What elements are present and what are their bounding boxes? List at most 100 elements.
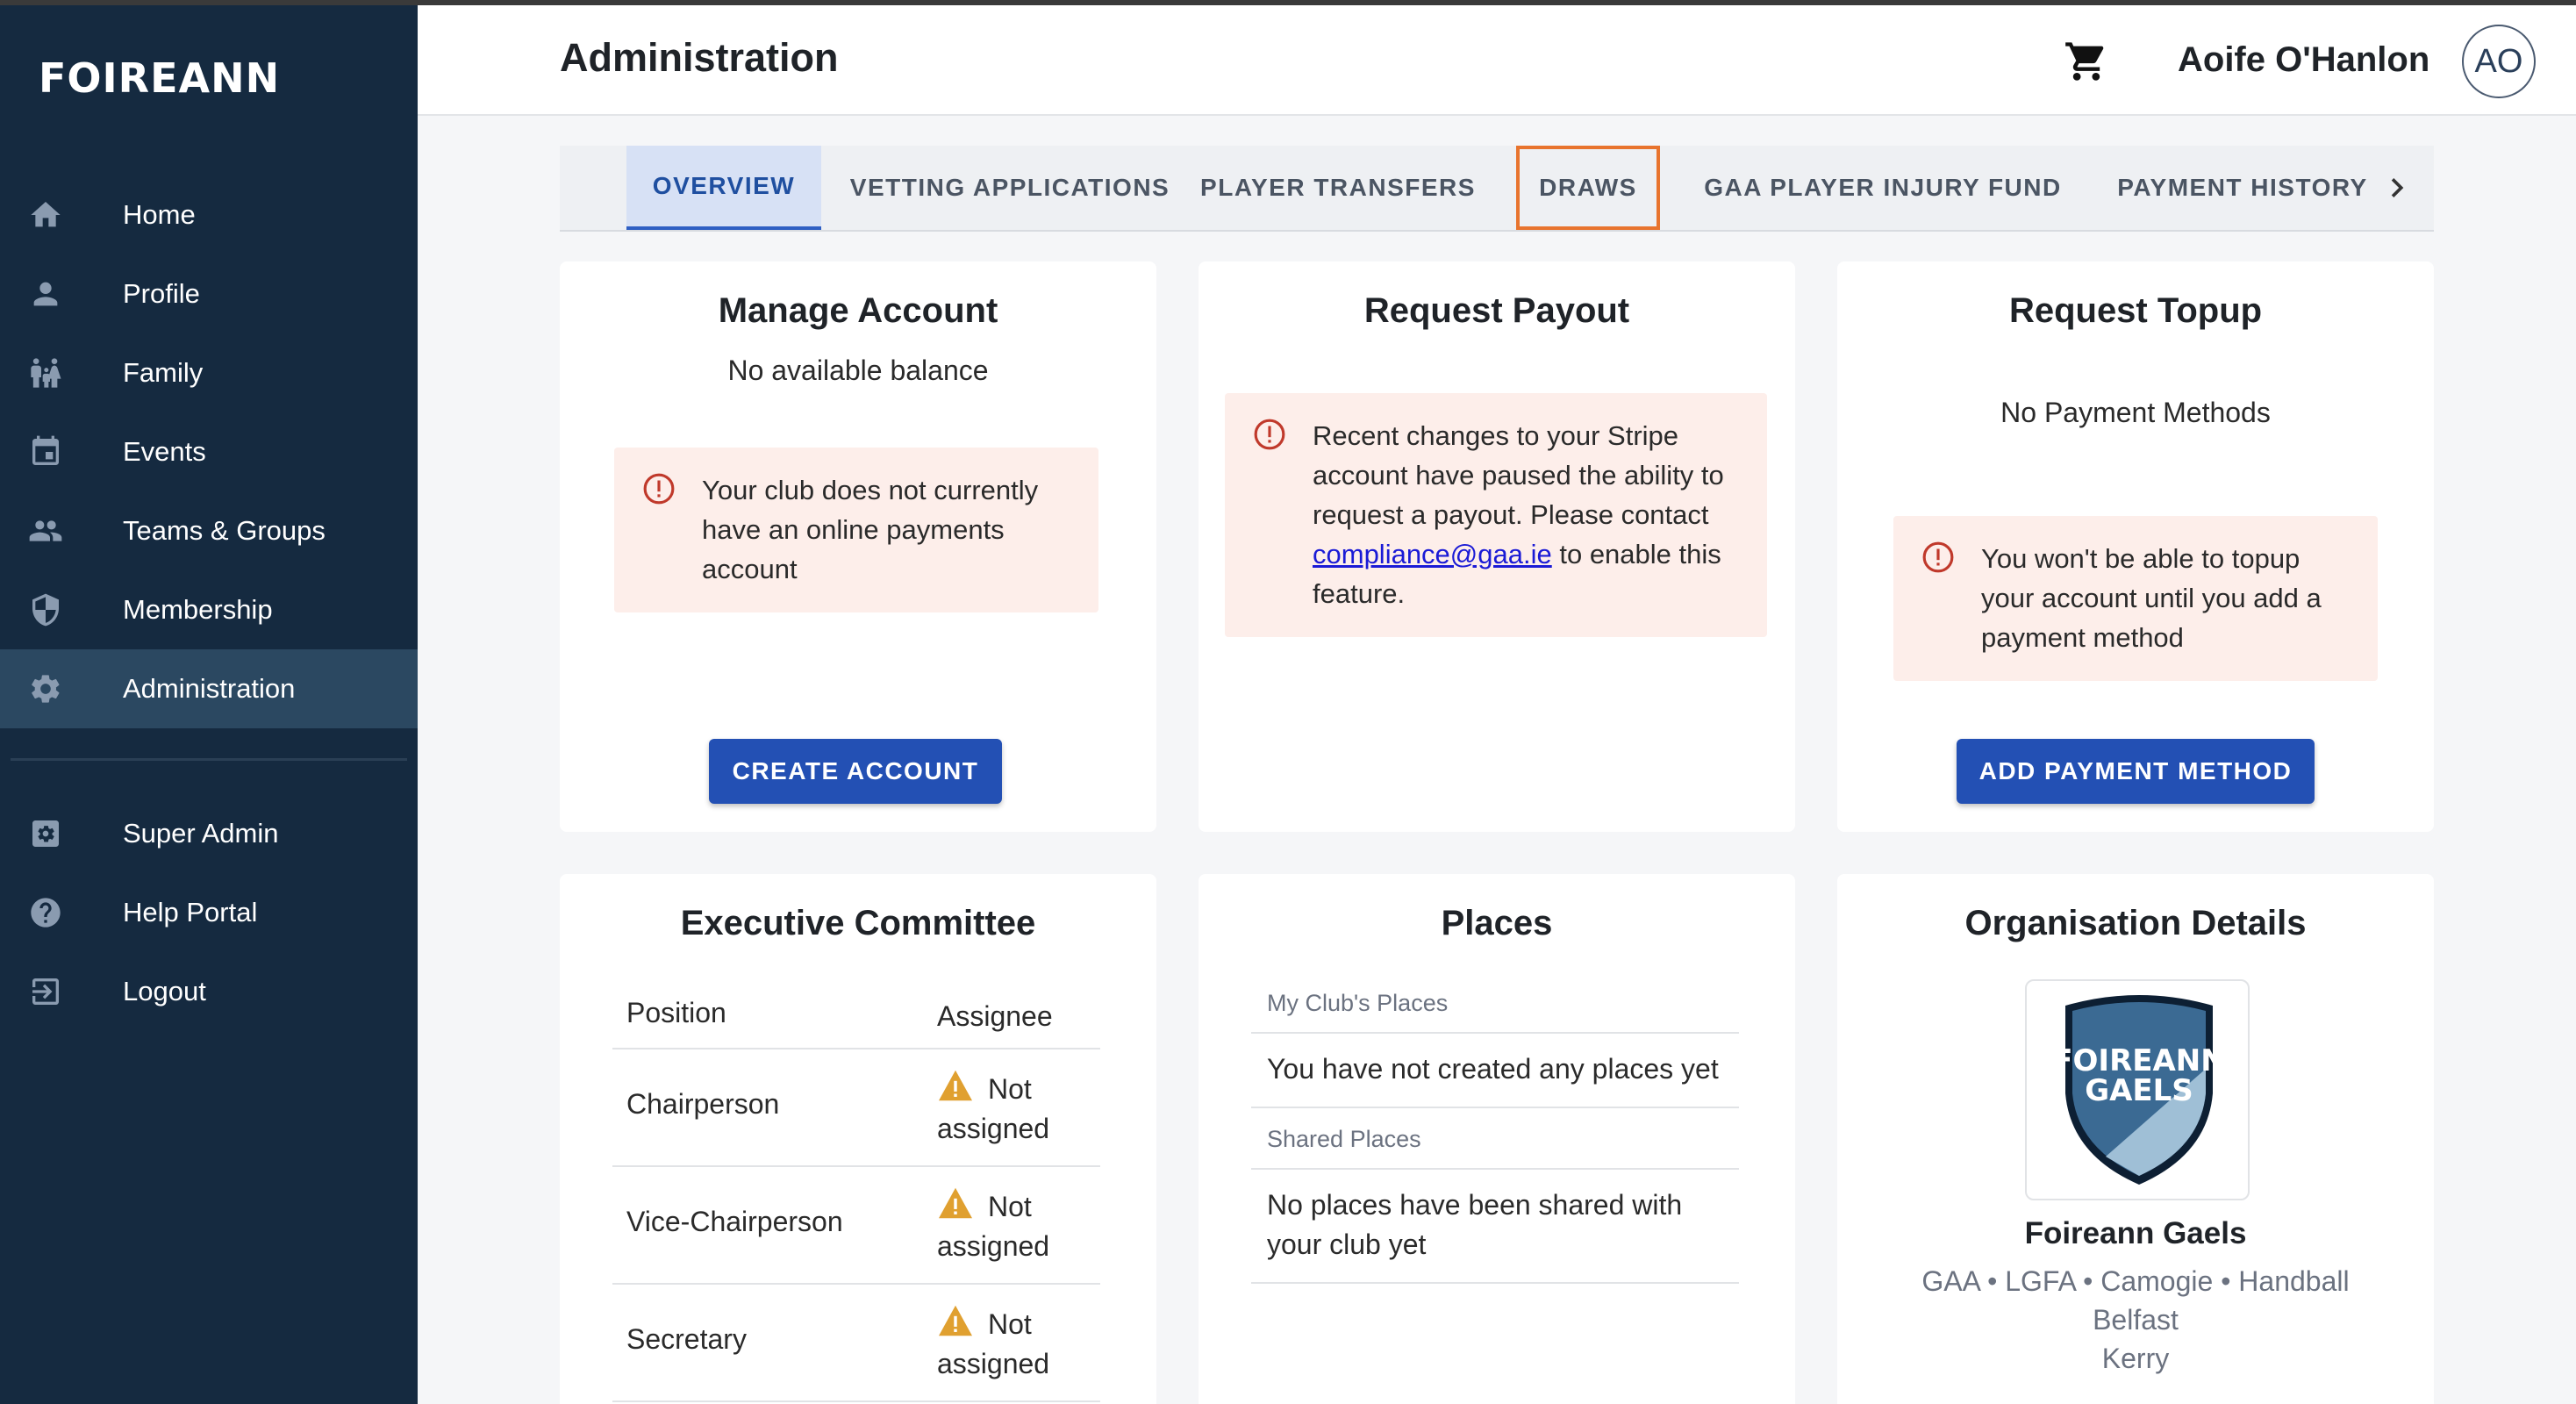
status-text: Not	[988, 1191, 1032, 1222]
sidebar-item-label: Teams & Groups	[123, 515, 326, 546]
assignee-cell: Not assigned	[937, 1186, 1049, 1266]
no-payment-method-alert: You won't be able to topup your account …	[1893, 516, 2378, 681]
request-payout-card: Request Payout Recent changes to your St…	[1199, 261, 1795, 832]
card-title: Request Payout	[1363, 291, 1630, 330]
alert-text: You won't be able to topup your account …	[1981, 543, 2322, 653]
admin-settings-icon	[26, 814, 65, 853]
sidebar-item-family[interactable]: Family	[0, 333, 418, 412]
logout-icon	[26, 972, 65, 1011]
gear-icon	[26, 670, 65, 708]
sidebar-item-administration[interactable]: Administration	[0, 649, 418, 728]
sidebar: FOIREANN Home Profile Family Events Team…	[0, 0, 418, 1404]
family-icon	[26, 354, 65, 392]
shared-places-header: Shared Places	[1251, 1108, 1739, 1170]
status-text: assigned	[937, 1230, 1050, 1262]
sidebar-item-label: Family	[123, 357, 204, 388]
request-topup-card: Request Topup No Payment Methods You won…	[1837, 261, 2434, 832]
payout-paused-alert: Recent changes to your Stripe account ha…	[1225, 393, 1767, 637]
sidebar-item-membership[interactable]: Membership	[0, 570, 418, 649]
club-crest-image: FOIREANN GAELS	[2053, 995, 2225, 1185]
chevron-right-icon[interactable]	[2378, 168, 2416, 207]
logo: FOIREANN	[39, 54, 281, 102]
position-cell: Chairperson	[626, 1088, 780, 1120]
card-title: Places	[1441, 904, 1553, 942]
compliance-email-link[interactable]: compliance@gaa.ie	[1313, 539, 1552, 569]
add-payment-method-button[interactable]: ADD PAYMENT METHOD	[1957, 739, 2315, 804]
status-text: Not	[988, 1073, 1032, 1105]
create-account-button[interactable]: CREATE ACCOUNT	[709, 739, 1002, 804]
page-title: Administration	[560, 35, 839, 80]
status-text: assigned	[937, 1113, 1050, 1144]
executive-committee-card: Executive Committee Position Assignee Ch…	[560, 874, 1156, 1404]
organisation-county: Kerry	[2101, 1343, 2170, 1374]
calendar-icon	[26, 433, 65, 471]
alert-text: Your club does not currently have an onl…	[702, 475, 1039, 584]
admin-tabs: OVERVIEW VETTING APPLICATIONS PLAYER TRA…	[560, 146, 2434, 232]
table-header-row: Position Assignee	[612, 972, 1100, 1049]
shield-icon	[26, 591, 65, 629]
organisation-name: Foireann Gaels	[2024, 1216, 2247, 1250]
balance-text: No available balance	[727, 355, 989, 386]
table-row[interactable]: Vice-Chairperson Not assigned	[612, 1167, 1100, 1285]
table-row[interactable]: Secretary Not assigned	[612, 1285, 1100, 1402]
position-cell: Vice-Chairperson	[626, 1206, 843, 1237]
sidebar-item-super-admin[interactable]: Super Admin	[0, 794, 418, 873]
column-header-position: Position	[626, 997, 726, 1028]
top-header: Administration Aoife O'Hanlon AO	[418, 5, 2576, 116]
tab-overview[interactable]: OVERVIEW	[626, 146, 821, 230]
assignee-cell: Not assigned	[937, 1304, 1049, 1384]
sidebar-item-label: Help Portal	[123, 897, 258, 928]
avatar[interactable]: AO	[2462, 25, 2536, 98]
warning-icon	[937, 1069, 974, 1102]
sidebar-item-label: Super Admin	[123, 818, 279, 849]
club-crest: FOIREANN GAELS	[2025, 979, 2250, 1200]
tab-player-transfers[interactable]: PLAYER TRANSFERS	[1193, 146, 1483, 230]
shared-places-empty: No places have been shared with your clu…	[1251, 1170, 1739, 1284]
alert-text: Recent changes to your Stripe account ha…	[1313, 416, 1751, 613]
user-name[interactable]: Aoife O'Hanlon	[2178, 40, 2429, 80]
sidebar-item-home[interactable]: Home	[0, 176, 418, 254]
window-top-border	[0, 0, 2576, 5]
card-title: Executive Committee	[680, 904, 1036, 942]
person-icon	[26, 275, 65, 313]
places-card: Places My Club's Places You have not cre…	[1199, 874, 1795, 1404]
executive-committee-table: Position Assignee Chairperson Not assigne…	[612, 972, 1100, 1402]
no-account-alert: Your club does not currently have an onl…	[614, 448, 1098, 612]
payment-methods-text: No Payment Methods	[2000, 397, 2271, 428]
warning-icon	[937, 1304, 974, 1337]
table-row[interactable]: Chairperson Not assigned	[612, 1049, 1100, 1167]
error-outline-icon	[1921, 541, 1955, 574]
help-icon	[26, 893, 65, 932]
sidebar-item-events[interactable]: Events	[0, 412, 418, 491]
places-list: My Club's Places You have not created an…	[1251, 972, 1739, 1284]
status-text: Not	[988, 1308, 1032, 1340]
assignee-cell: Not assigned	[937, 1069, 1049, 1149]
cart-icon[interactable]	[2064, 39, 2109, 84]
organisation-city: Belfast	[2093, 1304, 2179, 1336]
sidebar-item-label: Logout	[123, 976, 206, 1006]
tab-gaa-player-injury-fund[interactable]: GAA PLAYER INJURY FUND	[1679, 146, 2086, 230]
column-header-assignee: Assignee	[937, 1000, 1053, 1032]
manage-account-card: Manage Account No available balance Your…	[560, 261, 1156, 832]
crest-text-line2: GAELS	[2085, 1073, 2193, 1108]
sidebar-item-teams-groups[interactable]: Teams & Groups	[0, 491, 418, 570]
card-title: Organisation Details	[1964, 904, 2307, 942]
sidebar-item-label: Events	[123, 436, 206, 467]
sidebar-item-help-portal[interactable]: Help Portal	[0, 873, 418, 952]
card-title: Manage Account	[718, 291, 998, 330]
tab-payment-history[interactable]: PAYMENT HISTORY	[2106, 146, 2379, 230]
status-text: assigned	[937, 1348, 1050, 1379]
my-club-places-header: My Club's Places	[1251, 972, 1739, 1034]
group-icon	[26, 512, 65, 550]
tab-vetting-applications[interactable]: VETTING APPLICATIONS	[839, 146, 1181, 230]
warning-icon	[937, 1186, 974, 1220]
alert-text-part: Recent changes to your Stripe account ha…	[1313, 420, 1724, 530]
organisation-codes: GAA • LGFA • Camogie • Handball	[1921, 1265, 2350, 1297]
position-cell: Secretary	[626, 1323, 747, 1355]
error-outline-icon	[642, 472, 676, 505]
sidebar-item-logout[interactable]: Logout	[0, 952, 418, 1031]
sidebar-nav: Home Profile Family Events Teams & Group…	[0, 176, 418, 1031]
sidebar-item-profile[interactable]: Profile	[0, 254, 418, 333]
tab-draws[interactable]: DRAWS	[1516, 146, 1660, 230]
organisation-details-card: Organisation Details FOIREANN GAELS Foir…	[1837, 874, 2434, 1404]
